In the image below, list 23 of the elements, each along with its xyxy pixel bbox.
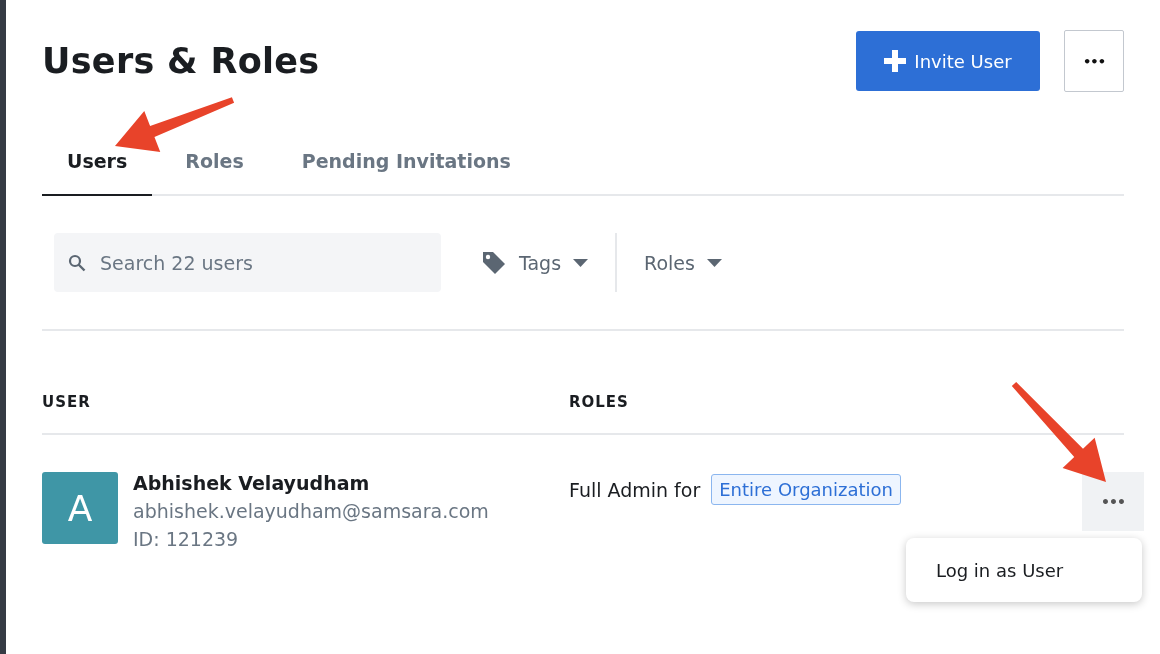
menu-item[interactable]: Log in as User: [906, 560, 1094, 581]
column-header: ROLES: [569, 393, 630, 411]
page-title: Users & Roles: [42, 41, 320, 81]
role-text: Full Admin for: [569, 478, 701, 501]
filter-dropdown[interactable]: Tags: [441, 233, 616, 292]
caret-icon: [573, 258, 589, 267]
row-actions-button[interactable]: •••: [1082, 472, 1144, 531]
user-name: Abhishek Velayudham: [133, 472, 371, 494]
invite-user-button[interactable]: Invite User: [856, 31, 1040, 91]
column-header: USER: [42, 393, 92, 411]
plus-icon: [884, 50, 907, 72]
avatar: A: [42, 472, 118, 544]
user-email: abhishek.velayudham@samsara.com: [133, 500, 489, 522]
search-icon: [68, 254, 86, 272]
scope-tag: Entire Organization: [711, 474, 901, 505]
more-button[interactable]: •••: [1064, 30, 1124, 92]
caret-icon: [706, 258, 722, 267]
tab[interactable]: Pending Invitations: [276, 140, 536, 196]
tag-icon: [481, 249, 507, 276]
search-field[interactable]: Search 22 users: [54, 233, 441, 292]
filter-dropdown[interactable]: Roles: [615, 233, 749, 292]
user-id: ID: 121239: [133, 528, 240, 550]
tab[interactable]: Roles: [160, 140, 269, 196]
